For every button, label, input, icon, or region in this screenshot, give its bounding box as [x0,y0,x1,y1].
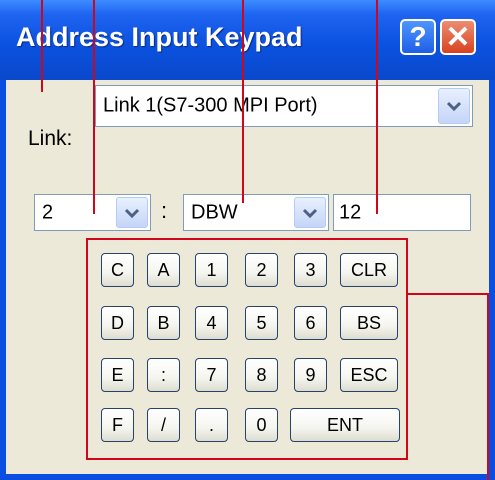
key-e[interactable]: E [101,358,134,392]
link-dropdown-button[interactable] [438,88,470,124]
key-4[interactable]: 4 [195,306,228,340]
key-b[interactable]: B [147,306,180,340]
key-0[interactable]: 0 [245,408,278,442]
chevron-down-icon [124,208,140,218]
help-button[interactable]: ? [400,19,436,55]
window-title: Address Input Keypad [16,22,303,52]
key-f[interactable]: F [101,408,134,442]
key-colon[interactable]: : [147,358,180,392]
annotation-line-link [41,0,43,92]
annotation-line-keypad-vertical [487,293,489,480]
close-icon: ✕ [445,20,471,54]
annotation-line-area [242,0,244,203]
key-6[interactable]: 6 [294,306,327,340]
close-button[interactable]: ✕ [440,19,476,55]
chevron-down-icon [446,101,462,112]
key-ent[interactable]: ENT [290,408,400,442]
key-a[interactable]: A [147,253,180,287]
annotation-line-keypad [408,293,488,295]
key-c[interactable]: C [101,253,134,287]
key-5[interactable]: 5 [245,306,278,340]
address-number-value: 2 [42,201,54,223]
key-bs[interactable]: BS [340,306,398,340]
annotation-line-offset [376,0,378,214]
address-area-select[interactable]: DBW [183,194,329,231]
title-bar[interactable]: Address Input Keypad ? ✕ [0,0,495,80]
chevron-down-icon [302,208,318,218]
key-esc[interactable]: ESC [340,358,398,392]
address-area-value: DBW [191,201,238,223]
key-dot[interactable]: . [195,408,228,442]
key-1[interactable]: 1 [195,253,228,287]
key-9[interactable]: 9 [294,358,327,392]
key-slash[interactable]: / [147,408,180,442]
link-select-value: Link 1(S7-300 MPI Port) [103,94,318,117]
key-3[interactable]: 3 [294,253,327,287]
key-8[interactable]: 8 [245,358,278,392]
help-icon: ? [409,21,427,52]
address-offset-value: 12 [339,201,362,223]
address-separator: : [161,198,168,223]
link-select[interactable]: Link 1(S7-300 MPI Port) [95,85,473,127]
annotation-line-number [93,0,95,214]
key-2[interactable]: 2 [245,253,278,287]
address-offset-input[interactable]: 12 [333,194,471,231]
key-7[interactable]: 7 [195,358,228,392]
link-label: Link: [28,127,73,150]
area-dropdown-button[interactable] [294,197,326,228]
key-clr[interactable]: CLR [340,253,398,287]
key-d[interactable]: D [101,306,134,340]
number-dropdown-button[interactable] [116,197,148,228]
